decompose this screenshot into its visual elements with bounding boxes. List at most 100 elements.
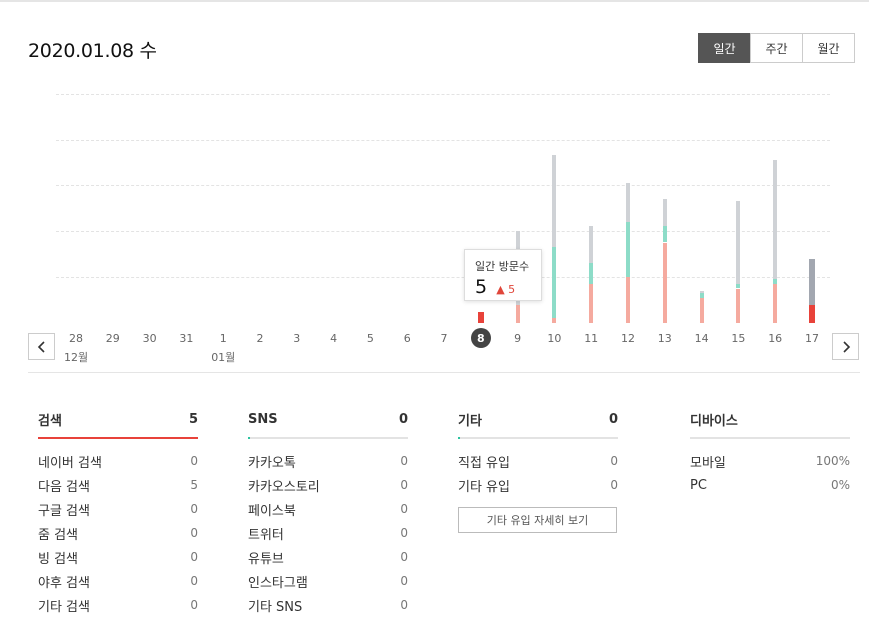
prev-button[interactable] (28, 333, 55, 360)
list-item: 빙 검색 0 (38, 550, 198, 567)
etc-total: 0 (608, 411, 618, 427)
month-label: 01월 (211, 351, 236, 364)
list-item: 다음 검색 5 (38, 478, 198, 495)
x-tick-label[interactable]: 16 (760, 332, 790, 345)
list-item: 직접 유입 0 (458, 454, 618, 471)
x-tick-label[interactable]: 5 (355, 332, 385, 345)
grid-line (56, 185, 830, 186)
x-tick-label[interactable]: 3 (282, 332, 312, 345)
bar-segment (552, 247, 557, 319)
bar-segment (589, 263, 594, 284)
list-item: 카카오톡 0 (248, 454, 408, 471)
search-total: 5 (188, 411, 198, 427)
device-panel: 디바이스 모바일 100% PC 0% (690, 408, 850, 497)
bar-segment (662, 198, 667, 227)
tooltip-delta: ▲ 5 (496, 283, 515, 296)
grid-line (56, 277, 830, 278)
next-button[interactable] (832, 333, 859, 360)
grid-line (56, 231, 830, 232)
list-item: 야후 검색 0 (38, 574, 198, 591)
bar-segment (552, 318, 557, 323)
x-tick-label[interactable]: 6 (392, 332, 422, 345)
list-item: PC 0% (690, 477, 850, 493)
x-tick-label[interactable]: 9 (503, 332, 533, 345)
etc-title: 기타 (458, 413, 482, 429)
search-title: 검색 (38, 413, 62, 429)
bar-segment (662, 226, 667, 243)
list-item: 네이버 검색 0 (38, 454, 198, 471)
bar-segment (626, 221, 630, 277)
bar-segment (736, 288, 741, 323)
tab-daily[interactable]: 일간 (698, 33, 751, 63)
bar-segment (552, 155, 557, 248)
etc-detail-button[interactable]: 기타 유입 자세히 보기 (458, 507, 617, 533)
x-tick-label[interactable]: 30 (135, 332, 165, 345)
tooltip-label: 일간 방문수 (475, 260, 530, 273)
bar-segment (809, 258, 815, 305)
list-item: 기타 유입 0 (458, 478, 618, 495)
bar-segment (662, 242, 667, 323)
visits-chart (56, 80, 830, 325)
sns-total: 0 (398, 411, 408, 427)
list-item: 구글 검색 0 (38, 502, 198, 519)
x-tick-label[interactable]: 14 (687, 332, 717, 345)
bar-segment (477, 311, 484, 323)
bar-segment (626, 182, 630, 222)
grid-line (56, 94, 830, 95)
x-tick-label[interactable]: 13 (650, 332, 680, 345)
bar-segment (773, 159, 778, 280)
list-item: 줌 검색 0 (38, 526, 198, 543)
page-title: 2020.01.08 수 (28, 40, 157, 62)
x-tick-label[interactable]: 11 (576, 332, 606, 345)
chart-tooltip: 일간 방문수 5 ▲ 5 (464, 249, 542, 301)
x-tick-label[interactable]: 8 (470, 328, 491, 348)
x-tick-label[interactable]: 2 (245, 332, 275, 345)
device-underline (690, 437, 850, 439)
bar-segment (773, 283, 778, 323)
etc-underline (458, 437, 618, 439)
chevron-left-icon (37, 340, 45, 353)
list-item: 트위터 0 (248, 526, 408, 543)
tooltip-delta-value: 5 (508, 283, 516, 296)
bar-segment (773, 279, 778, 284)
list-item: 기타 SNS 0 (248, 598, 408, 615)
sns-panel: SNS 0 카카오톡 0 카카오스토리 0 페이스북 0 트위터 0 유튜브 0 인스타그… (248, 408, 408, 617)
x-tick-label[interactable]: 17 (797, 332, 827, 345)
bar-segment (626, 277, 630, 323)
tab-monthly[interactable]: 월간 (802, 33, 855, 63)
list-item: 기타 검색 0 (38, 598, 198, 615)
bar-segment (589, 226, 594, 264)
list-item: 모바일 100% (690, 454, 850, 471)
up-arrow-icon: ▲ (496, 283, 505, 296)
list-item: 페이스북 0 (248, 502, 408, 519)
bar-segment (699, 290, 704, 294)
bar-segment (736, 283, 741, 289)
x-tick-label[interactable]: 1 (208, 332, 238, 345)
list-item: 카카오스토리 0 (248, 478, 408, 495)
x-tick-label[interactable]: 28 (61, 332, 91, 345)
top-divider (0, 0, 869, 2)
x-tick-label[interactable]: 4 (319, 332, 349, 345)
bar-segment (589, 283, 594, 323)
list-item: 인스타그램 0 (248, 574, 408, 591)
period-tabs: 일간 주간 월간 (698, 33, 855, 63)
bar-segment (515, 304, 520, 323)
x-tick-label[interactable]: 7 (429, 332, 459, 345)
x-tick-label[interactable]: 15 (723, 332, 753, 345)
list-item: 유튜브 0 (248, 550, 408, 567)
x-tick-label[interactable]: 12 (613, 332, 643, 345)
bar-segment (699, 297, 704, 323)
etc-panel: 기타 0 직접 유입 0 기타 유입 0 기타 유입 자세히 보기 (458, 408, 618, 533)
x-tick-label[interactable]: 31 (171, 332, 201, 345)
tab-weekly[interactable]: 주간 (750, 33, 803, 63)
sns-title: SNS (248, 411, 278, 427)
search-underline (38, 437, 198, 439)
grid-line (56, 140, 830, 141)
x-tick-label[interactable]: 10 (539, 332, 569, 345)
tooltip-value: 5 (475, 276, 488, 298)
sns-underline (248, 437, 408, 439)
search-panel: 검색 5 네이버 검색 0 다음 검색 5 구글 검색 0 줌 검색 0 빙 검색 0 야… (38, 408, 198, 617)
x-tick-label[interactable]: 29 (98, 332, 128, 345)
bar-segment (736, 201, 741, 284)
section-divider (28, 372, 860, 373)
